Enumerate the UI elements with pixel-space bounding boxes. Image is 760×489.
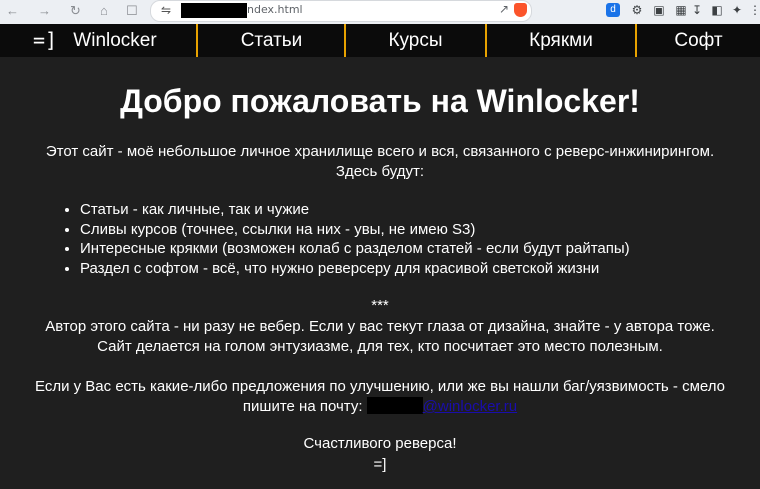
list-item: Сливы курсов (точнее, ссылки на них - ув…: [80, 220, 630, 240]
browser-toolbar: ← → ↻ ⌂ ☐ ⇋ ndex.html ↗ d ⚙ ▣ ▦ ↧ ◧ ✦ ⋮: [0, 0, 760, 25]
list-item: Интересные крякми (возможен колаб с разд…: [80, 239, 630, 259]
site-settings-icon[interactable]: ⇋: [161, 3, 171, 17]
nav-brand-link[interactable]: Winlocker: [60, 24, 170, 57]
feature-list: Статьи - как личные, так и чужие Сливы к…: [60, 200, 630, 278]
redacted-url-part: [181, 3, 247, 18]
site-navbar: =] Winlocker Статьи Курсы Крякми Софт: [0, 24, 760, 57]
screenshot-extension-icon[interactable]: ▣: [652, 3, 666, 17]
about-text: Автор этого сайта - ни разу не вебер. Ес…: [45, 318, 715, 335]
translate-extension-icon[interactable]: d: [606, 3, 620, 17]
sidebar-icon[interactable]: ◧: [710, 3, 724, 17]
nav-item-software[interactable]: Софт: [637, 24, 760, 57]
extension-icon[interactable]: ⚙: [630, 3, 644, 17]
page-title: Добро пожаловать на Winlocker!: [120, 83, 640, 119]
download-icon[interactable]: ↧: [690, 3, 704, 17]
list-item: Статьи - как личные, так и чужие: [80, 200, 630, 220]
intro-text: Этот сайт - моё небольшое личное хранили…: [45, 143, 715, 160]
contact-line: пишите на почту: @winlocker.ru: [0, 397, 760, 416]
brave-shields-icon[interactable]: [514, 3, 527, 17]
about-subtext: Сайт делается на голом энтузиазме, для т…: [97, 338, 663, 355]
contact-label: пишите на почту:: [242, 398, 363, 415]
redacted-email-user: [366, 397, 423, 414]
smile-text: =]: [373, 456, 387, 473]
puzzle-icon[interactable]: ▦: [674, 3, 688, 17]
farewell-text: Счастливого реверса!: [303, 435, 457, 452]
back-icon[interactable]: ←: [6, 3, 19, 19]
share-icon[interactable]: ↗: [499, 2, 509, 16]
nav-item-articles[interactable]: Статьи: [200, 24, 343, 57]
contact-text: Если у Вас есть какие-либо предложения п…: [35, 378, 725, 395]
ai-assistant-icon[interactable]: ✦: [730, 3, 744, 17]
list-item: Раздел с софтом - всё, что нужно реверсе…: [80, 259, 630, 279]
nav-item-courses[interactable]: Курсы: [346, 24, 485, 57]
reload-icon[interactable]: ↻: [70, 3, 81, 19]
intro-subtext: Здесь будут:: [335, 163, 425, 180]
url-text: ndex.html: [247, 3, 303, 16]
bookmark-icon[interactable]: ☐: [126, 3, 138, 19]
email-link[interactable]: @winlocker.ru: [423, 398, 517, 415]
nav-separator: [196, 24, 198, 57]
forward-icon[interactable]: →: [38, 3, 51, 19]
menu-icon[interactable]: ⋮: [748, 3, 760, 17]
address-bar[interactable]: ⇋ ndex.html ↗: [150, 0, 532, 22]
menu-toggle[interactable]: =]: [33, 29, 57, 51]
nav-item-crackmes[interactable]: Крякми: [487, 24, 635, 57]
home-icon[interactable]: ⌂: [100, 3, 108, 19]
separator-stars: ***: [371, 297, 389, 314]
